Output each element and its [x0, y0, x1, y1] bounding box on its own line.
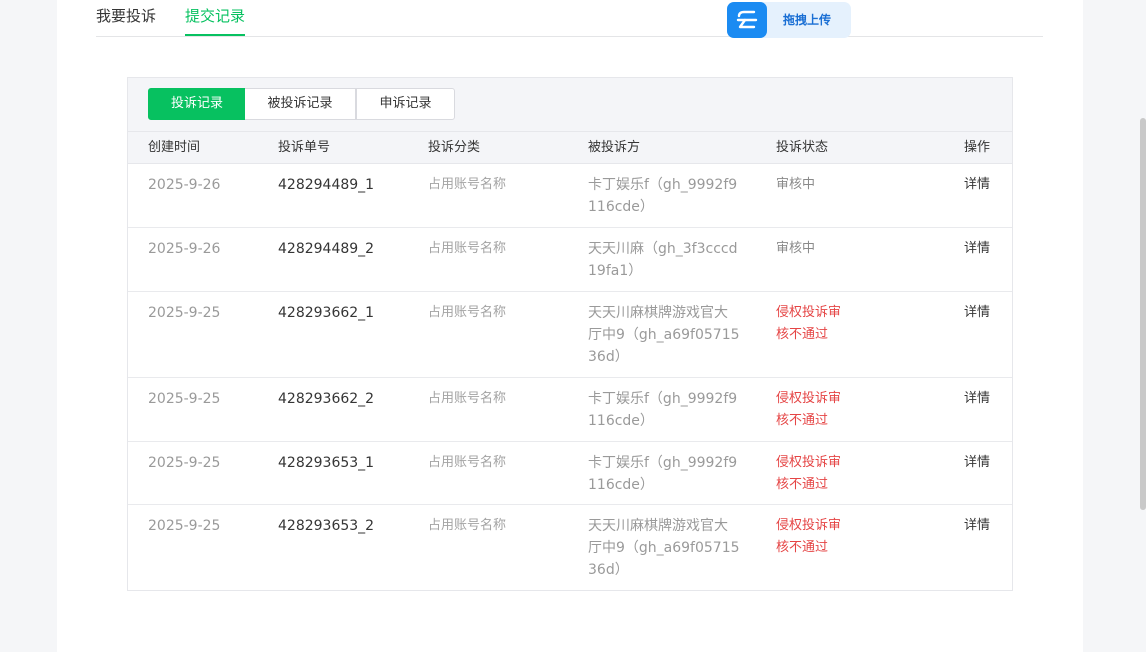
respondent-line: 116cde）: [588, 199, 654, 215]
respondent-line: 卡丁娱乐f（gh_9992f9: [588, 391, 738, 407]
respondent-line: 116cde）: [588, 413, 654, 429]
cell-complaint-no: 428293662_2: [278, 391, 375, 407]
table-row: 2025-9-25 428293662_2 占用账号名称 卡丁娱乐f（gh_9992f…: [128, 378, 1012, 442]
cell-created-time: 2025-9-25: [148, 518, 221, 534]
cell-category: 占用账号名称: [428, 518, 507, 533]
table-row: 2025-9-26 428294489_2 占用账号名称 天天川麻（gh_3f3ccc…: [128, 228, 1012, 292]
respondent-line: 36d）: [588, 562, 629, 578]
cell-complaint-no: 428293653_2: [278, 518, 375, 534]
tab-complain[interactable]: 我要投诉: [96, 6, 156, 36]
cell-status: 审核中: [776, 238, 815, 260]
status-line: 核不通过: [776, 477, 829, 492]
cell-status: 侵权投诉审 核不通过: [776, 302, 841, 346]
cell-status: 审核中: [776, 174, 815, 196]
cell-created-time: 2025-9-25: [148, 391, 221, 407]
status-line: 侵权投诉审: [776, 391, 842, 406]
cell-category: 占用账号名称: [428, 455, 507, 470]
cell-category: 占用账号名称: [428, 241, 507, 256]
respondent-line: 卡丁娱乐f（gh_9992f9: [588, 177, 738, 193]
cell-respondent: 天天川麻棋牌游戏官大 厅中9（gh_a69f05715 36d）: [588, 302, 740, 368]
table-row: 2025-9-25 428293653_2 占用账号名称 天天川麻棋牌游戏官大 厅中9（…: [128, 505, 1012, 590]
cloud-upload-icon: [727, 2, 767, 38]
cell-respondent: 天天川麻棋牌游戏官大 厅中9（gh_a69f05715 36d）: [588, 515, 740, 581]
cell-respondent: 卡丁娱乐f（gh_9992f9 116cde）: [588, 388, 737, 432]
cell-complaint-no: 428293653_1: [278, 455, 375, 471]
record-type-switch: 投诉记录 被投诉记录 申诉记录: [128, 78, 1012, 132]
cell-status: 侵权投诉审 核不通过: [776, 452, 841, 496]
details-link[interactable]: 详情: [964, 515, 990, 537]
status-line: 审核中: [776, 241, 816, 256]
respondent-line: 卡丁娱乐f（gh_9992f9: [588, 455, 738, 471]
cell-status: 侵权投诉审 核不通过: [776, 388, 841, 432]
table-row: 2025-9-26 428294489_1 占用账号名称 卡丁娱乐f（gh_9992f…: [128, 164, 1012, 228]
table-row: 2025-9-25 428293653_1 占用账号名称 卡丁娱乐f（gh_9992f…: [128, 442, 1012, 505]
tab-submission-records[interactable]: 提交记录: [185, 6, 246, 36]
cell-complaint-no: 428293662_1: [278, 305, 375, 321]
records-table-box: 投诉记录 被投诉记录 申诉记录 创建时间 投诉单号 投诉分类 被投诉方 投诉状态…: [127, 77, 1013, 591]
header-action: 操作: [964, 140, 991, 155]
status-line: 侵权投诉审: [776, 305, 842, 320]
status-line: 审核中: [776, 177, 816, 192]
respondent-line: 厅中9（gh_a69f05715: [588, 327, 740, 343]
header-status: 投诉状态: [776, 140, 829, 155]
respondent-line: 36d）: [588, 349, 629, 365]
segment-appeal-records[interactable]: 申诉记录: [356, 88, 455, 120]
status-line: 侵权投诉审: [776, 518, 842, 533]
segment-complaint-records[interactable]: 投诉记录: [148, 88, 246, 120]
details-link[interactable]: 详情: [964, 388, 990, 410]
table-row: 2025-9-25 428293662_1 占用账号名称 天天川麻棋牌游戏官大 厅中9（…: [128, 292, 1012, 378]
drag-upload-button[interactable]: 拖拽上传: [727, 2, 851, 38]
page-scrollbar[interactable]: [1140, 118, 1146, 510]
status-line: 侵权投诉审: [776, 455, 842, 470]
cell-created-time: 2025-9-25: [148, 455, 221, 471]
cell-respondent: 卡丁娱乐f（gh_9992f9 116cde）: [588, 452, 737, 496]
header-complaint-no: 投诉单号: [278, 140, 331, 155]
cell-respondent: 天天川麻（gh_3f3cccd 19fa1）: [588, 238, 737, 282]
table-header: 创建时间 投诉单号 投诉分类 被投诉方 投诉状态 操作: [128, 132, 1012, 164]
top-tabs: 我要投诉 提交记录: [96, 0, 1043, 37]
cell-respondent: 卡丁娱乐f（gh_9992f9 116cde）: [588, 174, 737, 218]
cell-category: 占用账号名称: [428, 391, 507, 406]
status-line: 核不通过: [776, 540, 829, 555]
header-category: 投诉分类: [428, 140, 481, 155]
cell-complaint-no: 428294489_1: [278, 177, 375, 193]
segment-complained-records[interactable]: 被投诉记录: [245, 88, 356, 120]
details-link[interactable]: 详情: [964, 238, 990, 260]
header-created-time: 创建时间: [148, 140, 201, 155]
cell-complaint-no: 428294489_2: [278, 241, 375, 257]
cell-created-time: 2025-9-26: [148, 177, 221, 193]
details-link[interactable]: 详情: [964, 302, 990, 324]
status-line: 核不通过: [776, 327, 829, 342]
cell-created-time: 2025-9-26: [148, 241, 221, 257]
cell-created-time: 2025-9-25: [148, 305, 221, 321]
respondent-line: 厅中9（gh_a69f05715: [588, 540, 740, 556]
respondent-line: 19fa1）: [588, 263, 643, 279]
cell-status: 侵权投诉审 核不通过: [776, 515, 841, 559]
cell-category: 占用账号名称: [428, 177, 507, 192]
respondent-line: 116cde）: [588, 477, 654, 493]
respondent-line: 天天川麻棋牌游戏官大: [588, 305, 728, 321]
respondent-line: 天天川麻棋牌游戏官大: [588, 518, 728, 534]
respondent-line: 天天川麻（gh_3f3cccd: [588, 241, 738, 257]
details-link[interactable]: 详情: [964, 452, 990, 474]
details-link[interactable]: 详情: [964, 174, 990, 196]
drag-upload-label: 拖拽上传: [783, 13, 832, 27]
header-respondent: 被投诉方: [588, 140, 641, 155]
cell-category: 占用账号名称: [428, 305, 507, 320]
status-line: 核不通过: [776, 413, 829, 428]
